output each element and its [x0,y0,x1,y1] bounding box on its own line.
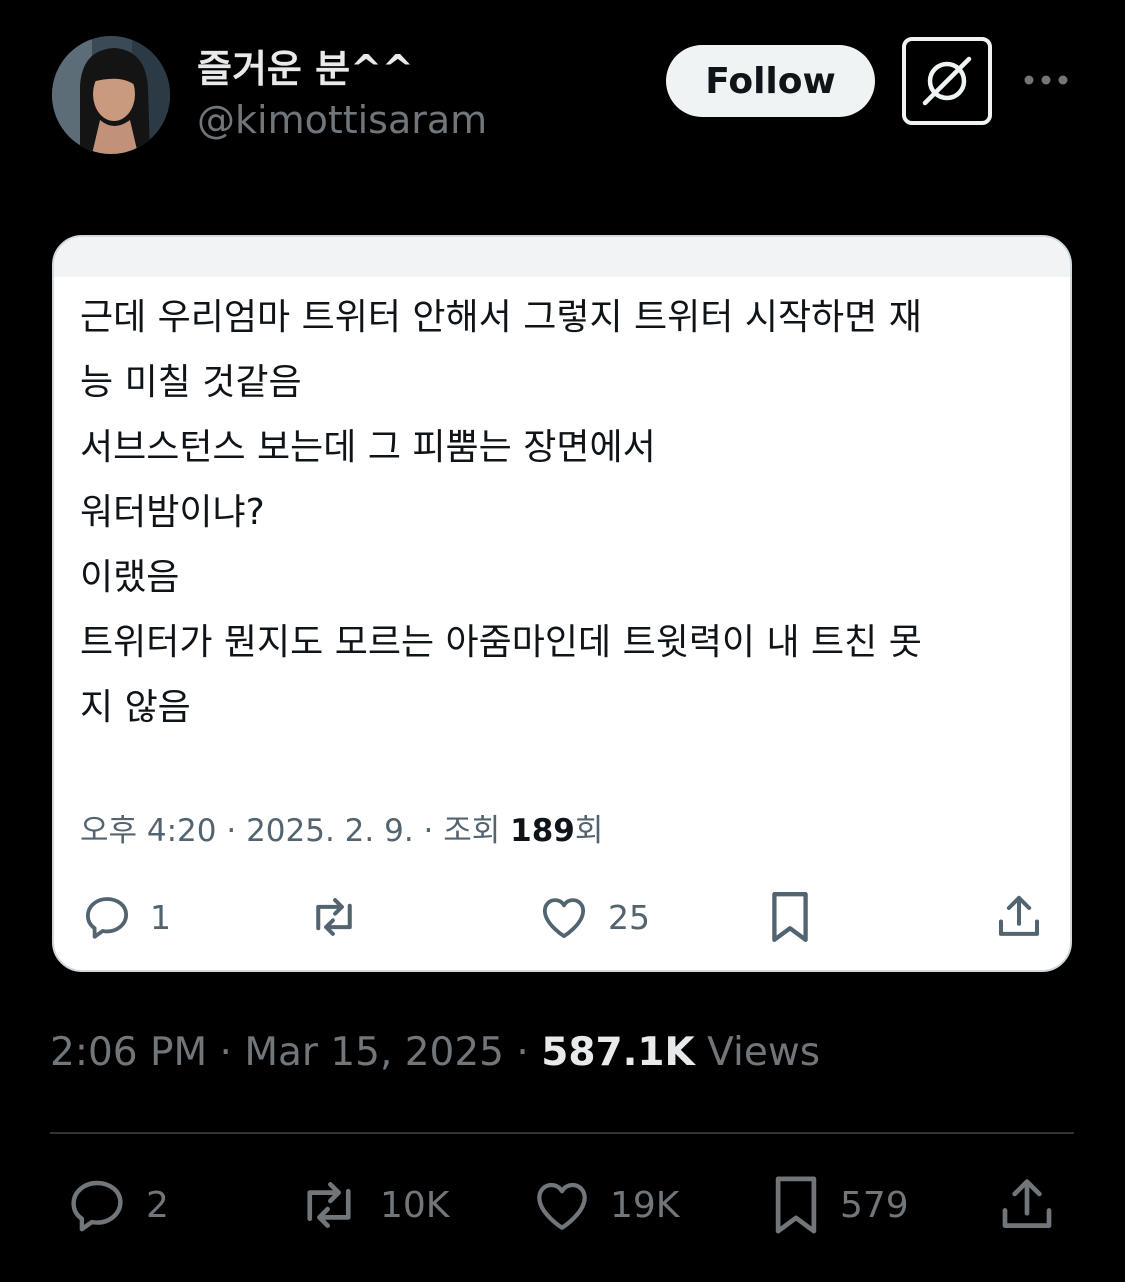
views-count: 587.1K [541,1030,695,1075]
avatar-image [52,36,170,154]
repost-button[interactable]: 10K [294,1172,449,1238]
embedded-meta-suffix: 회 [574,813,604,849]
like-button[interactable]: 19K [530,1172,679,1238]
embedded-text-line: 서브스턴스 보는데 그 피뿜는 장면에서 [80,427,656,468]
more-horizontal-icon [1024,75,1068,85]
repost-count: 10K [380,1184,450,1226]
embedded-reply-action: 1 [80,887,171,947]
reply-count: 2 [146,1184,169,1226]
display-name[interactable]: 즐거운 분^^ [197,38,414,93]
like-count: 19K [610,1184,680,1226]
embedded-bookmark-action [766,887,814,947]
embedded-post-image[interactable]: 근데 우리엄마 트위터 안해서 그렇지 트위터 시작하면 재 능 미칠 것같음 … [52,235,1072,972]
embedded-repost-action [304,887,364,947]
share-icon [1002,1179,1052,1228]
divider [50,1132,1074,1134]
embedded-text-line: 트위터가 뭔지도 모르는 아줌마인데 트윗력이 내 트친 못 [80,622,922,663]
embedded-share-action [992,887,1046,947]
share-icon [998,895,1040,936]
post-timestamp[interactable]: 2:06 PM · Mar 15, 2025 · 587.1K Views [50,1030,820,1075]
more-button[interactable] [1020,62,1072,98]
reply-icon [85,897,129,939]
embedded-post-text: 근데 우리엄마 트위터 안해서 그렇지 트위터 시작하면 재 능 미칠 것같음 … [80,285,1040,740]
timestamp-text[interactable]: 2:06 PM · Mar 15, 2025 · [50,1030,541,1075]
embedded-like-count: 25 [608,897,650,937]
embedded-text-line: 능 미칠 것같음 [80,362,302,403]
embedded-post-meta: 오후 4:20 · 2025. 2. 9. · 조회 189회 [80,805,603,850]
embedded-like-action: 25 [536,887,650,947]
share-button[interactable] [994,1172,1060,1238]
bookmark-icon [775,1176,817,1234]
reply-button[interactable]: 2 [64,1172,169,1238]
views-label: Views [694,1030,821,1075]
bookmark-button[interactable]: 579 [768,1172,909,1238]
embedded-text-line: 근데 우리엄마 트위터 안해서 그렇지 트위터 시작하면 재 [80,297,922,338]
bookmark-count: 579 [840,1184,909,1226]
heart-icon [537,1182,587,1230]
reply-icon [71,1180,123,1232]
embedded-reply-count: 1 [150,897,171,937]
user-handle[interactable]: @kimottisaram [197,98,487,142]
follow-button[interactable]: Follow [666,45,875,117]
bookmark-icon [772,892,808,942]
repost-icon [316,898,352,936]
embedded-text-line: 이랬음 [80,557,180,598]
card-top-strip [54,237,1070,277]
embedded-meta-prefix: 오후 4:20 · 2025. 2. 9. · 조회 [80,813,511,849]
embedded-text-line: 지 않음 [80,687,191,728]
grok-icon [922,56,972,106]
embedded-action-bar: 1 25 [54,887,1070,947]
avatar[interactable] [52,36,170,154]
repost-icon [307,1182,351,1228]
heart-icon [542,898,586,939]
embedded-text-line: 워터밤이냐? [80,492,265,533]
embedded-meta-views: 189 [510,813,575,849]
grok-button[interactable] [902,37,992,125]
